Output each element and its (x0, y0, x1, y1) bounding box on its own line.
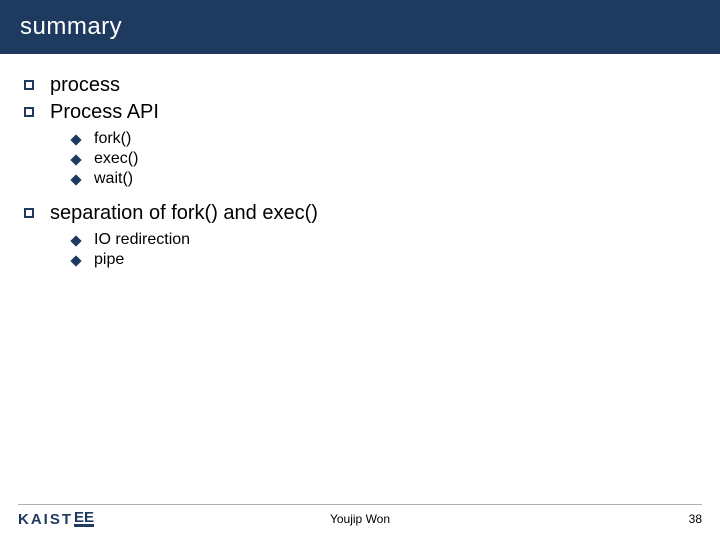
sublist: IO redirection pipe (20, 231, 700, 269)
bullet-text: wait() (94, 170, 133, 188)
bullet-text: IO redirection (94, 231, 190, 249)
square-bullet-icon (24, 208, 34, 218)
slide-title: summary (20, 13, 122, 41)
bullet-text: separation of fork() and exec() (50, 202, 318, 225)
bullet-level2: pipe (20, 251, 700, 269)
footer-divider (18, 504, 702, 505)
footer: KAIST EE Youjip Won 38 (0, 504, 720, 540)
square-bullet-icon (24, 107, 34, 117)
bullet-level1: Process API (20, 101, 700, 124)
bullet-text: process (50, 74, 120, 97)
bullet-text: pipe (94, 251, 124, 269)
sublist: fork() exec() wait() (20, 130, 700, 188)
bullet-text: Process API (50, 101, 159, 124)
diamond-bullet-icon (70, 174, 81, 185)
bullet-text: exec() (94, 150, 138, 168)
title-bar: summary (0, 0, 720, 54)
bullet-level2: fork() (20, 130, 700, 148)
bullet-text: fork() (94, 130, 131, 148)
bullet-level1: process (20, 74, 700, 97)
slide: summary process Process API fork() exec(… (0, 0, 720, 540)
page-number: 38 (689, 512, 702, 526)
bullet-level2: wait() (20, 170, 700, 188)
kaist-ee-logo: KAIST EE (18, 511, 94, 528)
bullet-level1: separation of fork() and exec() (20, 202, 700, 225)
diamond-bullet-icon (70, 255, 81, 266)
diamond-bullet-icon (70, 235, 81, 246)
diamond-bullet-icon (70, 154, 81, 165)
bullet-level2: IO redirection (20, 231, 700, 249)
logo-text-sub: EE (74, 511, 94, 528)
square-bullet-icon (24, 80, 34, 90)
author-name: Youjip Won (330, 512, 390, 526)
bullet-level2: exec() (20, 150, 700, 168)
content-area: process Process API fork() exec() wait()… (0, 54, 720, 504)
diamond-bullet-icon (70, 134, 81, 145)
logo-text-main: KAIST (18, 511, 73, 528)
